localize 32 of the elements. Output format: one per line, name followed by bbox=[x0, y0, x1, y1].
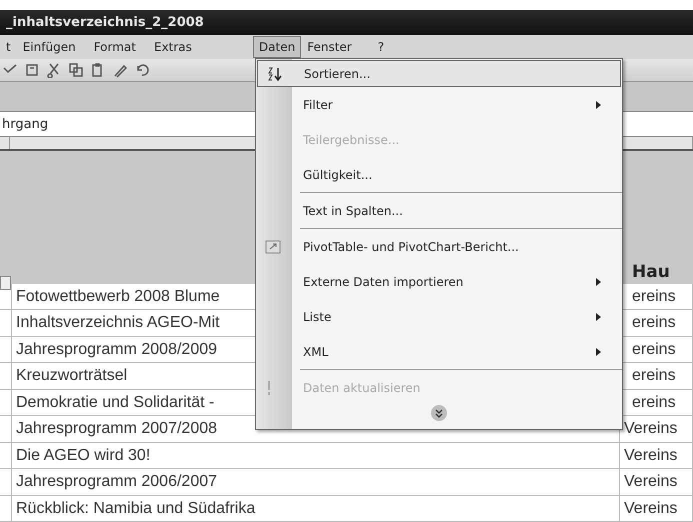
submenu-arrow-icon bbox=[596, 278, 601, 286]
exclamation-icon bbox=[265, 380, 273, 396]
formula-text: hrgang bbox=[1, 116, 48, 132]
menu-item[interactable]: t bbox=[0, 36, 17, 58]
menu-option[interactable]: Text in Spalten... bbox=[256, 193, 622, 228]
menu-option[interactable]: Gültigkeit... bbox=[256, 157, 622, 192]
table-cell: Vereins bbox=[620, 442, 693, 468]
expand-button[interactable] bbox=[431, 405, 447, 421]
table-cell: Vereins bbox=[620, 496, 693, 522]
chevron-down-icon bbox=[435, 408, 443, 418]
submenu-arrow-icon bbox=[596, 100, 601, 108]
menu-option[interactable]: Filter bbox=[256, 87, 622, 122]
window-title: _inhaltsverzeichnis_2_2008 bbox=[6, 15, 204, 30]
sort-icon bbox=[266, 66, 284, 82]
submenu-arrow-icon bbox=[596, 348, 601, 356]
pivot-table-icon bbox=[265, 240, 281, 254]
menu-item[interactable]: ? bbox=[372, 36, 390, 58]
menu-item[interactable]: Format bbox=[88, 36, 142, 58]
menu-item[interactable]: Fenster bbox=[301, 36, 358, 58]
table-cell: Vereins bbox=[620, 469, 693, 495]
copy-icon[interactable] bbox=[68, 62, 84, 78]
table-cell: Rückblick: Namibia und Südafrika bbox=[12, 496, 620, 522]
filter-button[interactable] bbox=[0, 276, 11, 290]
menu-option[interactable]: Sortieren... bbox=[257, 60, 621, 87]
table-cell: Die AGEO wird 30! bbox=[12, 442, 620, 468]
menu-item[interactable]: Daten bbox=[252, 36, 302, 58]
submenu-arrow-icon bbox=[596, 312, 601, 320]
menu-item[interactable]: Einfügen bbox=[16, 36, 82, 58]
menu-item[interactable]: Extras bbox=[148, 36, 198, 58]
table-cell: Jahresprogramm 2006/2007 bbox=[12, 469, 620, 495]
column-header: Hau bbox=[631, 262, 671, 284]
menu-option[interactable]: PivotTable- und PivotChart-Bericht... bbox=[256, 229, 622, 264]
